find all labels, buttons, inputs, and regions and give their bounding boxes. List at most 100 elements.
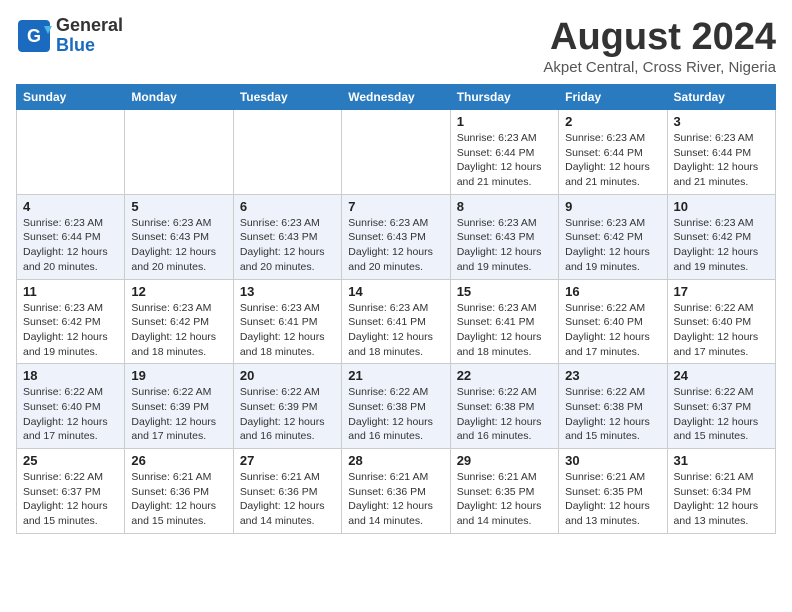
header: G General Blue August 2024 Akpet Central… <box>16 16 776 76</box>
header-row: Sunday Monday Tuesday Wednesday Thursday… <box>17 85 776 110</box>
day-number: 13 <box>240 284 335 299</box>
table-row: 31Sunrise: 6:21 AM Sunset: 6:34 PM Dayli… <box>667 449 775 534</box>
table-row: 7Sunrise: 6:23 AM Sunset: 6:43 PM Daylig… <box>342 194 450 279</box>
day-info: Sunrise: 6:23 AM Sunset: 6:43 PM Dayligh… <box>457 216 552 275</box>
day-number: 31 <box>674 453 769 468</box>
day-number: 19 <box>131 368 226 383</box>
table-row: 5 Sunrise: 6:23 AM Sunset: 6:43 PM Daylig… <box>125 194 233 279</box>
table-row <box>125 110 233 195</box>
day-info: Sunrise: 6:22 AM Sunset: 6:39 PM Dayligh… <box>131 385 226 444</box>
table-row: 24Sunrise: 6:22 AM Sunset: 6:37 PM Dayli… <box>667 364 775 449</box>
table-row <box>342 110 450 195</box>
table-row: 23 Sunrise: 6:22 AM Sunset: 6:38 PM Dayli… <box>559 364 667 449</box>
day-number: 15 <box>457 284 552 299</box>
day-number: 3 <box>674 114 769 129</box>
day-info: Sunrise: 6:22 AM Sunset: 6:38 PM Dayligh… <box>457 385 552 444</box>
day-info: Sunrise: 6:23 AM Sunset: 6:42 PM Dayligh… <box>565 216 660 275</box>
day-number: 9 <box>565 199 660 214</box>
day-info: Sunrise: 6:23 AM Sunset: 6:44 PM Dayligh… <box>674 131 769 190</box>
day-number: 17 <box>674 284 769 299</box>
day-number: 16 <box>565 284 660 299</box>
day-info: Sunrise: 6:21 AM Sunset: 6:36 PM Dayligh… <box>131 470 226 529</box>
day-number: 10 <box>674 199 769 214</box>
day-number: 14 <box>348 284 443 299</box>
day-info: Sunrise: 6:22 AM Sunset: 6:37 PM Dayligh… <box>23 470 118 529</box>
table-row: 30 Sunrise: 6:21 AM Sunset: 6:35 PM Dayli… <box>559 449 667 534</box>
day-info: Sunrise: 6:22 AM Sunset: 6:38 PM Dayligh… <box>348 385 443 444</box>
day-number: 1 <box>457 114 552 129</box>
day-info: Sunrise: 6:21 AM Sunset: 6:36 PM Dayligh… <box>240 470 335 529</box>
day-number: 5 <box>131 199 226 214</box>
table-row <box>17 110 125 195</box>
day-number: 27 <box>240 453 335 468</box>
col-tuesday: Tuesday <box>233 85 341 110</box>
logo-line2: Blue <box>56 36 123 56</box>
day-number: 18 <box>23 368 118 383</box>
col-monday: Monday <box>125 85 233 110</box>
day-info: Sunrise: 6:22 AM Sunset: 6:40 PM Dayligh… <box>565 301 660 360</box>
day-info: Sunrise: 6:22 AM Sunset: 6:40 PM Dayligh… <box>674 301 769 360</box>
day-info: Sunrise: 6:23 AM Sunset: 6:43 PM Dayligh… <box>240 216 335 275</box>
day-info: Sunrise: 6:23 AM Sunset: 6:42 PM Dayligh… <box>23 301 118 360</box>
table-row: 4Sunrise: 6:23 AM Sunset: 6:44 PM Daylig… <box>17 194 125 279</box>
calendar-week-1: 1 Sunrise: 6:23 AM Sunset: 6:44 PM Daylig… <box>17 110 776 195</box>
table-row: 26 Sunrise: 6:21 AM Sunset: 6:36 PM Dayli… <box>125 449 233 534</box>
table-row: 18 Sunrise: 6:22 AM Sunset: 6:40 PM Dayli… <box>17 364 125 449</box>
svg-text:G: G <box>27 26 41 46</box>
table-row: 21 Sunrise: 6:22 AM Sunset: 6:38 PM Dayli… <box>342 364 450 449</box>
table-row: 28Sunrise: 6:21 AM Sunset: 6:36 PM Dayli… <box>342 449 450 534</box>
col-thursday: Thursday <box>450 85 558 110</box>
day-info: Sunrise: 6:23 AM Sunset: 6:44 PM Dayligh… <box>457 131 552 190</box>
month-year: August 2024 <box>543 16 776 59</box>
table-row: 17 Sunrise: 6:22 AM Sunset: 6:40 PM Dayli… <box>667 279 775 364</box>
table-row: 15 Sunrise: 6:23 AM Sunset: 6:41 PM Dayli… <box>450 279 558 364</box>
logo-line1: General <box>56 16 123 36</box>
table-row: 3 Sunrise: 6:23 AM Sunset: 6:44 PM Daylig… <box>667 110 775 195</box>
calendar-week-3: 11Sunrise: 6:23 AM Sunset: 6:42 PM Dayli… <box>17 279 776 364</box>
table-row: 25 Sunrise: 6:22 AM Sunset: 6:37 PM Dayli… <box>17 449 125 534</box>
title-block: August 2024 Akpet Central, Cross River, … <box>543 16 776 76</box>
table-row: 29 Sunrise: 6:21 AM Sunset: 6:35 PM Dayli… <box>450 449 558 534</box>
calendar-table: Sunday Monday Tuesday Wednesday Thursday… <box>16 84 776 534</box>
day-info: Sunrise: 6:21 AM Sunset: 6:35 PM Dayligh… <box>457 470 552 529</box>
day-number: 21 <box>348 368 443 383</box>
table-row: 2Sunrise: 6:23 AM Sunset: 6:44 PM Daylig… <box>559 110 667 195</box>
table-row: 22 Sunrise: 6:22 AM Sunset: 6:38 PM Dayli… <box>450 364 558 449</box>
day-number: 30 <box>565 453 660 468</box>
logo: G General Blue <box>16 16 123 56</box>
table-row: 20Sunrise: 6:22 AM Sunset: 6:39 PM Dayli… <box>233 364 341 449</box>
logo-icon: G <box>16 18 52 54</box>
day-info: Sunrise: 6:22 AM Sunset: 6:38 PM Dayligh… <box>565 385 660 444</box>
table-row: 11Sunrise: 6:23 AM Sunset: 6:42 PM Dayli… <box>17 279 125 364</box>
table-row: 1 Sunrise: 6:23 AM Sunset: 6:44 PM Daylig… <box>450 110 558 195</box>
day-info: Sunrise: 6:22 AM Sunset: 6:40 PM Dayligh… <box>23 385 118 444</box>
calendar-week-2: 4Sunrise: 6:23 AM Sunset: 6:44 PM Daylig… <box>17 194 776 279</box>
location: Akpet Central, Cross River, Nigeria <box>543 59 776 76</box>
day-number: 12 <box>131 284 226 299</box>
day-number: 25 <box>23 453 118 468</box>
table-row: 16 Sunrise: 6:22 AM Sunset: 6:40 PM Dayli… <box>559 279 667 364</box>
calendar-week-4: 18 Sunrise: 6:22 AM Sunset: 6:40 PM Dayli… <box>17 364 776 449</box>
day-number: 20 <box>240 368 335 383</box>
day-info: Sunrise: 6:23 AM Sunset: 6:41 PM Dayligh… <box>457 301 552 360</box>
day-info: Sunrise: 6:23 AM Sunset: 6:41 PM Dayligh… <box>240 301 335 360</box>
table-row: 19 Sunrise: 6:22 AM Sunset: 6:39 PM Dayli… <box>125 364 233 449</box>
day-number: 22 <box>457 368 552 383</box>
table-row: 12Sunrise: 6:23 AM Sunset: 6:42 PM Dayli… <box>125 279 233 364</box>
col-friday: Friday <box>559 85 667 110</box>
day-number: 2 <box>565 114 660 129</box>
day-number: 23 <box>565 368 660 383</box>
table-row: 14Sunrise: 6:23 AM Sunset: 6:41 PM Dayli… <box>342 279 450 364</box>
day-info: Sunrise: 6:23 AM Sunset: 6:42 PM Dayligh… <box>674 216 769 275</box>
table-row <box>233 110 341 195</box>
col-sunday: Sunday <box>17 85 125 110</box>
day-number: 26 <box>131 453 226 468</box>
table-row: 27 Sunrise: 6:21 AM Sunset: 6:36 PM Dayli… <box>233 449 341 534</box>
calendar-wrapper: G General Blue August 2024 Akpet Central… <box>16 16 776 534</box>
day-number: 6 <box>240 199 335 214</box>
day-number: 29 <box>457 453 552 468</box>
table-row: 8Sunrise: 6:23 AM Sunset: 6:43 PM Daylig… <box>450 194 558 279</box>
day-info: Sunrise: 6:23 AM Sunset: 6:43 PM Dayligh… <box>131 216 226 275</box>
day-info: Sunrise: 6:21 AM Sunset: 6:35 PM Dayligh… <box>565 470 660 529</box>
day-number: 28 <box>348 453 443 468</box>
